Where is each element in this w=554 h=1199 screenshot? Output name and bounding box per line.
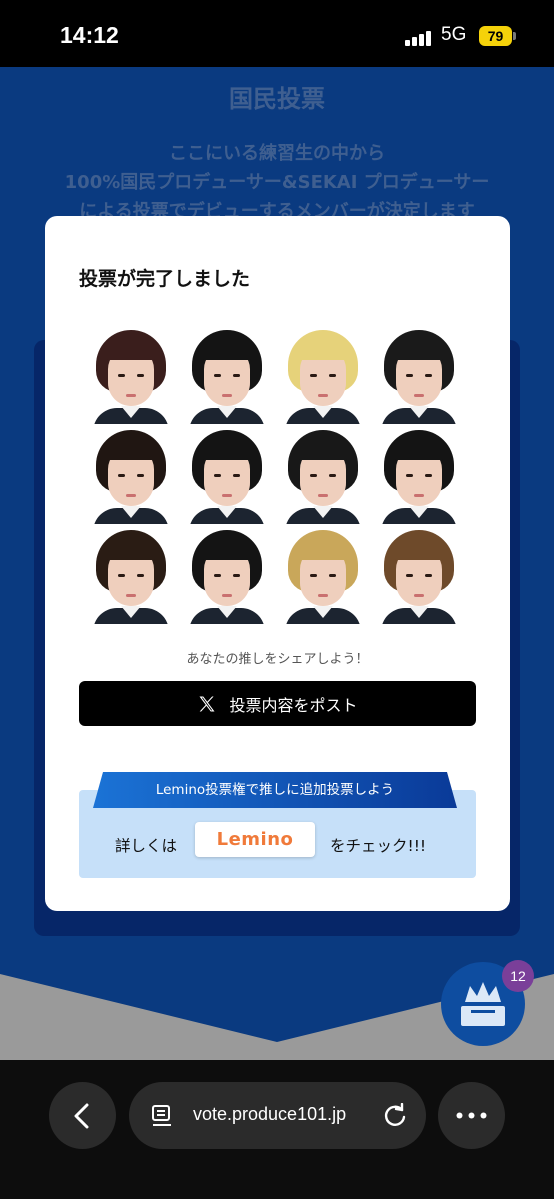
chevron-left-icon (74, 1103, 89, 1129)
trainee-photo (91, 528, 171, 624)
post-vote-button[interactable]: 投票内容をポスト (79, 681, 476, 726)
trainee-photo (91, 328, 171, 424)
lemino-banner-text: Lemino投票権で推しに追加投票しよう (155, 782, 395, 798)
vote-complete-modal: 投票が完了しました あなたの推しをシェアしよう！ 投票内容をポスト Lemino… (45, 216, 510, 911)
network-type: 5G (441, 24, 467, 45)
vote-count-badge: 12 (502, 960, 534, 992)
browser-toolbar: vote.produce101.jp (0, 1060, 554, 1199)
trainee-photo (283, 528, 363, 624)
trainee-photo (187, 328, 267, 424)
share-prompt: あなたの推しをシェアしよう！ (186, 652, 369, 667)
reload-icon[interactable] (382, 1103, 408, 1129)
signal-icon (405, 30, 433, 46)
modal-title: 投票が完了しました (79, 268, 251, 290)
description-line: 100%国民プロデューサー&SEKAI プロデューサー (64, 172, 490, 193)
trainee-photo (91, 428, 171, 524)
details-prefix: 詳しくは (115, 837, 178, 855)
address-bar[interactable]: vote.produce101.jp (129, 1082, 426, 1149)
battery-icon: 79 (479, 26, 516, 46)
post-button-label: 投票内容をポスト (229, 695, 358, 715)
battery-level: 79 (479, 26, 512, 46)
section-description: ここにいる練習生の中から 100%国民プロデューサー&SEKAI プロデューサー… (0, 139, 554, 226)
url-text: vote.produce101.jp (193, 1104, 347, 1124)
description-line: ここにいる練習生の中から (169, 143, 385, 164)
ellipsis-icon (456, 1112, 487, 1119)
trainee-photo (283, 428, 363, 524)
trainee-photo (283, 328, 363, 424)
trainee-photo (379, 528, 459, 624)
trainee-photo (187, 428, 267, 524)
crown-ballot-icon (461, 982, 505, 1026)
details-suffix: をチェック!!! (330, 837, 427, 855)
page-menu-icon (152, 1105, 171, 1126)
trainee-photo (379, 428, 459, 524)
status-bar: 14:12 5G 79 (0, 0, 554, 67)
trainee-photo-grid (91, 328, 471, 628)
section-title: 国民投票 (229, 85, 325, 113)
trainee-photo (187, 528, 267, 624)
x-logo-icon (199, 696, 215, 711)
more-options-button[interactable] (438, 1082, 505, 1149)
trainee-photo (379, 328, 459, 424)
back-button[interactable] (49, 1082, 116, 1149)
status-time: 14:12 (60, 22, 119, 48)
lemino-logo-button[interactable]: Lemino (195, 822, 315, 857)
